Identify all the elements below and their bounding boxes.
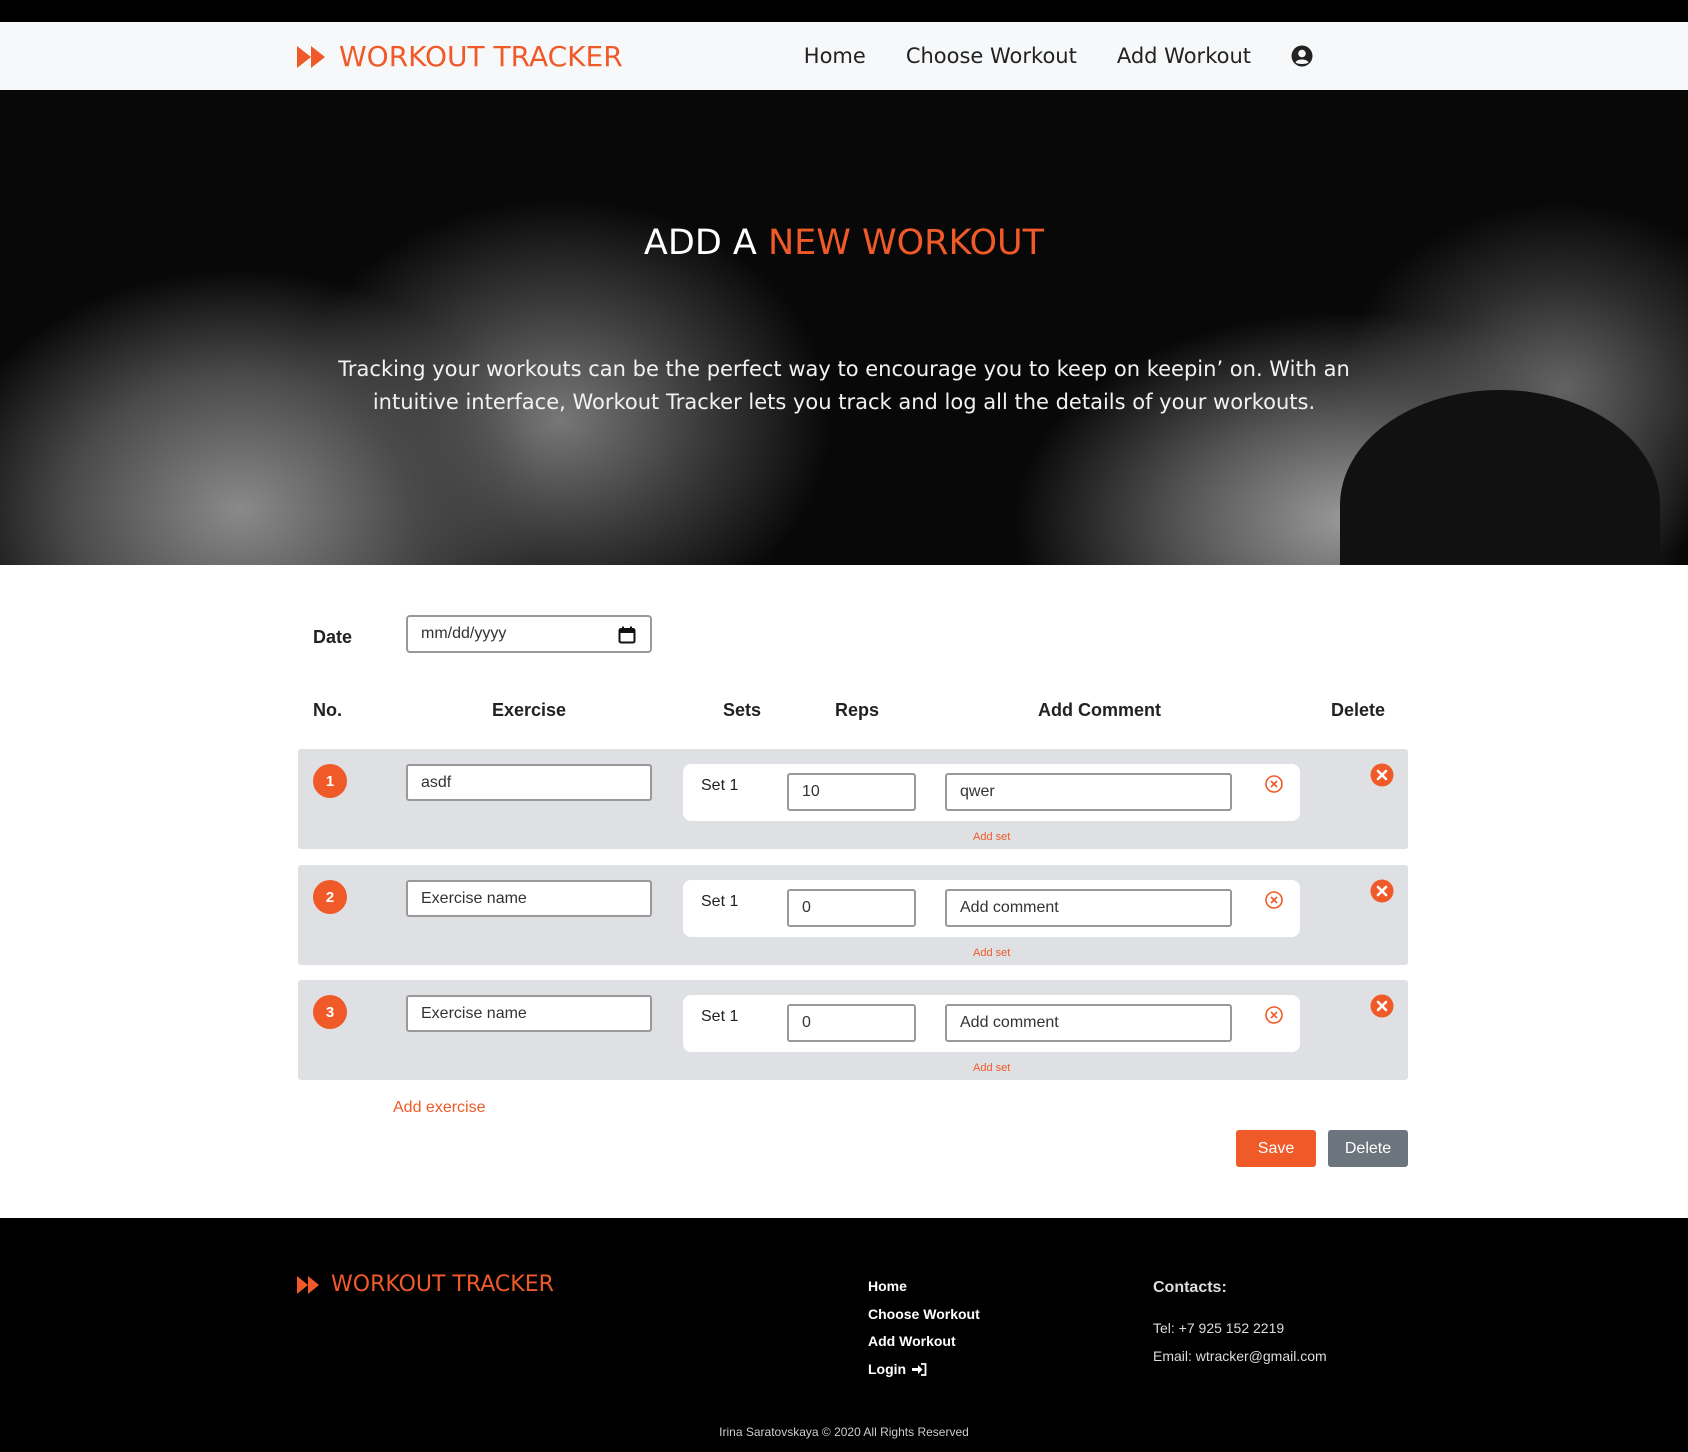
reps-input[interactable]: 10 [787,773,916,811]
footer-link-choose-workout[interactable]: Choose Workout [868,1301,980,1329]
add-exercise-link[interactable]: Add exercise [393,1099,486,1117]
footer-link-add-workout[interactable]: Add Workout [868,1328,980,1356]
nav-home[interactable]: Home [804,44,866,68]
delete-exercise-icon[interactable] [1370,994,1394,1018]
sign-in-icon [912,1362,927,1376]
row-number-badge: 2 [313,880,347,914]
footer-link-home[interactable]: Home [868,1273,980,1301]
footer-contacts: Contacts: Tel: +7 925 152 2219 Email: wt… [1153,1274,1327,1370]
footer-nav: Home Choose Workout Add Workout Login [868,1273,980,1383]
contacts-title: Contacts: [1153,1279,1227,1296]
nav-add-workout[interactable]: Add Workout [1117,44,1251,68]
brand-logo[interactable]: WORKOUT TRACKER [297,40,623,73]
delete-set-icon[interactable] [1264,774,1284,794]
header-sets: Sets [723,700,762,720]
set-label: Set 1 [701,777,739,794]
set-row: Set 1 0 Add comment [683,995,1300,1052]
comment-input[interactable]: Add comment [945,1004,1232,1042]
header-exercise: Exercise [492,700,567,720]
row-number-badge: 3 [313,995,347,1029]
hero-banner: ADD A NEW WORKOUT Tracking your workouts… [0,90,1688,565]
footer-link-login[interactable]: Login [868,1356,980,1384]
fast-forward-icon [297,1275,319,1294]
top-strip [0,0,1688,22]
exercise-row: 3 Exercise name Set 1 0 Add comment Add … [298,980,1408,1080]
main-nav: Home Choose Workout Add Workout [804,44,1313,68]
add-set-link[interactable]: Add set [973,1062,1010,1074]
user-circle-icon[interactable] [1291,45,1313,67]
add-set-link[interactable]: Add set [973,831,1010,843]
comment-input[interactable]: Add comment [945,889,1232,927]
set-label: Set 1 [701,893,739,910]
exercise-name-input[interactable]: Exercise name [406,880,652,917]
calendar-icon[interactable] [618,626,636,644]
footer-login-label: Login [868,1360,907,1377]
set-row: Set 1 0 Add comment [683,880,1300,937]
reps-input[interactable]: 0 [787,1004,916,1042]
header-reps: Reps [835,700,880,720]
add-set-link[interactable]: Add set [973,947,1010,959]
exercise-row: 2 Exercise name Set 1 0 Add comment Add … [298,865,1408,965]
reps-input[interactable]: 0 [787,889,916,927]
contact-email: Email: wtracker@gmail.com [1153,1348,1327,1364]
page-title: ADD A NEW WORKOUT [643,223,1045,263]
header-delete: Delete [1331,700,1386,720]
footer-brand-name: WORKOUT TRACKER [331,1272,554,1297]
delete-button[interactable]: Delete [1328,1130,1408,1167]
footer: WORKOUT TRACKER Home Choose Workout Add … [0,1218,1688,1452]
contact-tel: Tel: +7 925 152 2219 [1153,1320,1285,1336]
delete-set-icon[interactable] [1264,1005,1284,1025]
exercise-row: 1 asdf Set 1 10 qwer Add set [298,749,1408,849]
date-placeholder: mm/dd/yyyy [421,625,507,642]
brand-name: WORKOUT TRACKER [339,40,623,73]
nav-choose-workout[interactable]: Choose Workout [906,44,1077,68]
header-no: No. [313,700,342,720]
delete-exercise-icon[interactable] [1370,879,1394,903]
header-comment: Add Comment [1038,700,1161,720]
footer-brand[interactable]: WORKOUT TRACKER [297,1272,554,1297]
date-label: Date [313,627,353,647]
save-button[interactable]: Save [1236,1130,1316,1167]
copyright: Irina Saratovskaya © 2020 All Rights Res… [719,1425,969,1439]
exercise-name-input[interactable]: Exercise name [406,995,652,1032]
navbar: WORKOUT TRACKER Home Choose Workout Add … [0,22,1688,90]
comment-input[interactable]: qwer [945,773,1232,811]
row-number-badge: 1 [313,764,347,798]
delete-exercise-icon[interactable] [1370,763,1394,787]
exercise-name-input[interactable]: asdf [406,764,652,801]
date-input[interactable]: mm/dd/yyyy [406,615,652,653]
hero-description: Tracking your workouts can be the perfec… [338,357,1350,414]
fast-forward-icon [297,45,325,68]
set-label: Set 1 [701,1008,739,1025]
set-row: Set 1 10 qwer [683,764,1300,821]
delete-set-icon[interactable] [1264,890,1284,910]
hero-background-image [1340,390,1660,565]
